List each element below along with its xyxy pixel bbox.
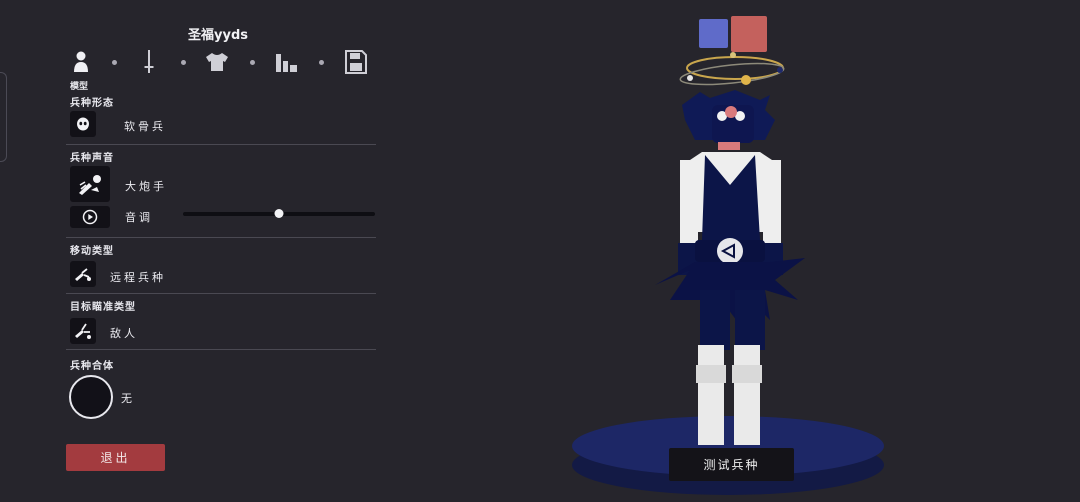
targeting-type-label: 目标瞄准类型 bbox=[70, 302, 136, 313]
unit-voice-label: 兵种声音 bbox=[70, 153, 114, 164]
section-divider bbox=[66, 144, 376, 145]
movement-type-button[interactable] bbox=[70, 261, 96, 287]
unit-form-label: 兵种形态 bbox=[70, 98, 114, 109]
unit-model-preview bbox=[572, 52, 884, 495]
unit-voice-value: 大炮手 bbox=[125, 180, 167, 193]
unit-name-title: 圣福yyds bbox=[188, 28, 248, 43]
shirt-icon bbox=[206, 53, 228, 71]
tab-stats[interactable] bbox=[274, 48, 300, 76]
targeting-type-value: 敌人 bbox=[110, 327, 138, 340]
person-icon bbox=[74, 51, 88, 72]
exit-button[interactable]: 退出 bbox=[66, 444, 165, 471]
movement-type-label: 移动类型 bbox=[70, 246, 114, 257]
unit-form-button[interactable] bbox=[70, 111, 96, 137]
skull-icon bbox=[77, 117, 89, 131]
unit-editor-panel: 圣福yyds 模型 兵种形态 软骨兵 兵种声音 大炮手 音调 移动类型 远程兵种… bbox=[0, 0, 390, 498]
tab-model[interactable] bbox=[68, 48, 94, 76]
ranged-figure-icon bbox=[75, 268, 91, 281]
active-tab-caption: 模型 bbox=[70, 82, 89, 92]
tab-weapon[interactable] bbox=[136, 48, 162, 76]
primary-color-swatch[interactable] bbox=[699, 19, 728, 48]
tab-separator-dot bbox=[181, 60, 186, 65]
unit-combo-slot[interactable] bbox=[69, 375, 113, 419]
section-divider bbox=[66, 293, 376, 294]
targeting-type-button[interactable] bbox=[70, 318, 96, 344]
pitch-label: 音调 bbox=[125, 211, 153, 224]
unit-combo-value: 无 bbox=[121, 392, 135, 405]
tab-separator-dot bbox=[319, 60, 324, 65]
secondary-color-swatch[interactable] bbox=[731, 16, 767, 52]
pitch-slider[interactable] bbox=[183, 209, 375, 218]
target-figure-icon bbox=[75, 323, 91, 339]
sword-icon bbox=[144, 50, 154, 73]
bar-chart-icon bbox=[276, 54, 297, 72]
tab-separator-dot bbox=[250, 60, 255, 65]
test-unit-button[interactable]: 测试兵种 bbox=[669, 448, 794, 481]
pitch-slider-thumb[interactable] bbox=[274, 209, 284, 218]
tab-save[interactable] bbox=[343, 48, 369, 76]
unit-preview-stage[interactable] bbox=[560, 0, 900, 498]
tab-clothing[interactable] bbox=[204, 48, 230, 76]
play-icon bbox=[82, 209, 98, 225]
unit-combo-label: 兵种合体 bbox=[70, 361, 114, 372]
unit-voice-button[interactable] bbox=[70, 166, 110, 202]
unit-form-value: 软骨兵 bbox=[124, 120, 166, 133]
section-divider bbox=[66, 237, 376, 238]
editor-tab-bar bbox=[68, 48, 378, 80]
cannon-icon bbox=[79, 175, 101, 195]
floppy-disk-icon bbox=[345, 50, 367, 74]
section-divider bbox=[66, 349, 376, 350]
tab-separator-dot bbox=[112, 60, 117, 65]
play-voice-button[interactable] bbox=[70, 206, 110, 228]
movement-type-value: 远程兵种 bbox=[110, 271, 166, 284]
